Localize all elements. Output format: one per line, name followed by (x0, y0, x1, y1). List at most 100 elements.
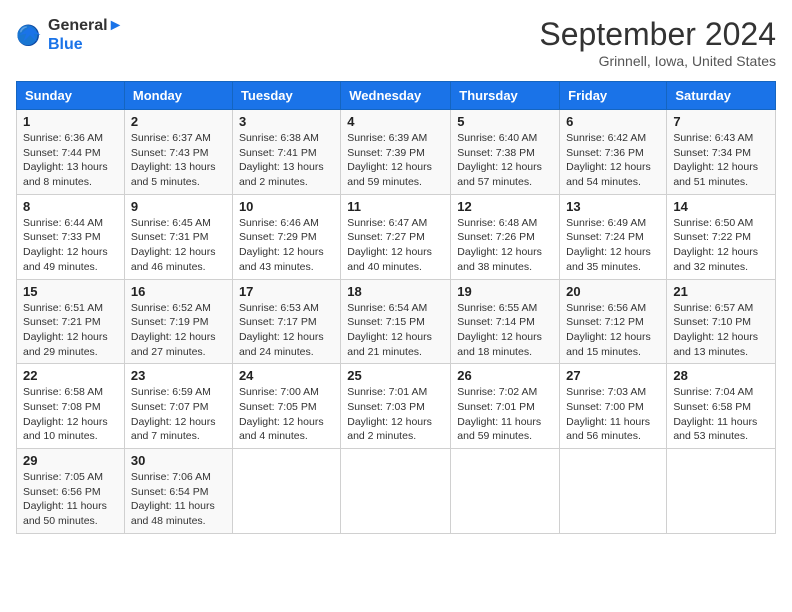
day-cell-25: 25 Sunrise: 7:01 AMSunset: 7:03 PMDaylig… (341, 364, 451, 449)
day-cell-29: 29 Sunrise: 7:05 AMSunset: 6:56 PMDaylig… (17, 449, 125, 534)
empty-cell (232, 449, 340, 534)
day-number: 7 (673, 114, 769, 129)
day-cell-5: 5 Sunrise: 6:40 AMSunset: 7:38 PMDayligh… (451, 110, 560, 195)
day-number: 16 (131, 284, 226, 299)
day-detail: Sunrise: 6:56 AMSunset: 7:12 PMDaylight:… (566, 302, 651, 358)
day-cell-7: 7 Sunrise: 6:43 AMSunset: 7:34 PMDayligh… (667, 110, 776, 195)
day-cell-2: 2 Sunrise: 6:37 AMSunset: 7:43 PMDayligh… (124, 110, 232, 195)
day-number: 22 (23, 368, 118, 383)
month-title: September 2024 (539, 16, 776, 53)
day-number: 15 (23, 284, 118, 299)
day-number: 11 (347, 199, 444, 214)
logo-text: General► Blue (48, 16, 123, 54)
title-block: September 2024 Grinnell, Iowa, United St… (539, 16, 776, 69)
logo: 🔵 General► Blue (16, 16, 123, 54)
day-cell-22: 22 Sunrise: 6:58 AMSunset: 7:08 PMDaylig… (17, 364, 125, 449)
day-cell-23: 23 Sunrise: 6:59 AMSunset: 7:07 PMDaylig… (124, 364, 232, 449)
empty-cell (451, 449, 560, 534)
col-header-monday: Monday (124, 82, 232, 110)
day-number: 29 (23, 453, 118, 468)
col-header-saturday: Saturday (667, 82, 776, 110)
day-detail: Sunrise: 6:59 AMSunset: 7:07 PMDaylight:… (131, 386, 216, 442)
day-number: 4 (347, 114, 444, 129)
day-cell-16: 16 Sunrise: 6:52 AMSunset: 7:19 PMDaylig… (124, 279, 232, 364)
day-number: 12 (457, 199, 553, 214)
day-number: 1 (23, 114, 118, 129)
day-detail: Sunrise: 6:47 AMSunset: 7:27 PMDaylight:… (347, 217, 432, 273)
col-header-thursday: Thursday (451, 82, 560, 110)
day-detail: Sunrise: 6:57 AMSunset: 7:10 PMDaylight:… (673, 302, 758, 358)
day-number: 21 (673, 284, 769, 299)
calendar-table: SundayMondayTuesdayWednesdayThursdayFrid… (16, 81, 776, 534)
day-detail: Sunrise: 6:48 AMSunset: 7:26 PMDaylight:… (457, 217, 542, 273)
day-cell-19: 19 Sunrise: 6:55 AMSunset: 7:14 PMDaylig… (451, 279, 560, 364)
day-cell-13: 13 Sunrise: 6:49 AMSunset: 7:24 PMDaylig… (560, 194, 667, 279)
day-detail: Sunrise: 7:05 AMSunset: 6:56 PMDaylight:… (23, 471, 107, 527)
day-detail: Sunrise: 6:39 AMSunset: 7:39 PMDaylight:… (347, 132, 432, 188)
location: Grinnell, Iowa, United States (539, 53, 776, 69)
day-cell-11: 11 Sunrise: 6:47 AMSunset: 7:27 PMDaylig… (341, 194, 451, 279)
day-number: 28 (673, 368, 769, 383)
day-cell-17: 17 Sunrise: 6:53 AMSunset: 7:17 PMDaylig… (232, 279, 340, 364)
day-cell-20: 20 Sunrise: 6:56 AMSunset: 7:12 PMDaylig… (560, 279, 667, 364)
day-detail: Sunrise: 6:36 AMSunset: 7:44 PMDaylight:… (23, 132, 108, 188)
day-detail: Sunrise: 7:06 AMSunset: 6:54 PMDaylight:… (131, 471, 215, 527)
day-cell-18: 18 Sunrise: 6:54 AMSunset: 7:15 PMDaylig… (341, 279, 451, 364)
day-detail: Sunrise: 6:43 AMSunset: 7:34 PMDaylight:… (673, 132, 758, 188)
day-detail: Sunrise: 6:58 AMSunset: 7:08 PMDaylight:… (23, 386, 108, 442)
day-detail: Sunrise: 7:01 AMSunset: 7:03 PMDaylight:… (347, 386, 432, 442)
day-detail: Sunrise: 6:51 AMSunset: 7:21 PMDaylight:… (23, 302, 108, 358)
logo-icon: 🔵 (16, 21, 44, 49)
day-detail: Sunrise: 6:53 AMSunset: 7:17 PMDaylight:… (239, 302, 324, 358)
col-header-friday: Friday (560, 82, 667, 110)
day-cell-6: 6 Sunrise: 6:42 AMSunset: 7:36 PMDayligh… (560, 110, 667, 195)
day-cell-3: 3 Sunrise: 6:38 AMSunset: 7:41 PMDayligh… (232, 110, 340, 195)
day-number: 3 (239, 114, 334, 129)
day-number: 27 (566, 368, 660, 383)
day-cell-10: 10 Sunrise: 6:46 AMSunset: 7:29 PMDaylig… (232, 194, 340, 279)
col-header-sunday: Sunday (17, 82, 125, 110)
day-number: 6 (566, 114, 660, 129)
day-cell-14: 14 Sunrise: 6:50 AMSunset: 7:22 PMDaylig… (667, 194, 776, 279)
day-cell-15: 15 Sunrise: 6:51 AMSunset: 7:21 PMDaylig… (17, 279, 125, 364)
day-number: 17 (239, 284, 334, 299)
col-header-wednesday: Wednesday (341, 82, 451, 110)
day-detail: Sunrise: 6:37 AMSunset: 7:43 PMDaylight:… (131, 132, 216, 188)
day-detail: Sunrise: 7:02 AMSunset: 7:01 PMDaylight:… (457, 386, 541, 442)
day-number: 18 (347, 284, 444, 299)
day-cell-30: 30 Sunrise: 7:06 AMSunset: 6:54 PMDaylig… (124, 449, 232, 534)
day-detail: Sunrise: 6:55 AMSunset: 7:14 PMDaylight:… (457, 302, 542, 358)
day-number: 13 (566, 199, 660, 214)
empty-cell (341, 449, 451, 534)
page-header: 🔵 General► Blue September 2024 Grinnell,… (16, 16, 776, 69)
day-cell-8: 8 Sunrise: 6:44 AMSunset: 7:33 PMDayligh… (17, 194, 125, 279)
day-detail: Sunrise: 7:03 AMSunset: 7:00 PMDaylight:… (566, 386, 650, 442)
day-number: 2 (131, 114, 226, 129)
day-detail: Sunrise: 6:49 AMSunset: 7:24 PMDaylight:… (566, 217, 651, 273)
day-number: 20 (566, 284, 660, 299)
day-cell-12: 12 Sunrise: 6:48 AMSunset: 7:26 PMDaylig… (451, 194, 560, 279)
day-cell-26: 26 Sunrise: 7:02 AMSunset: 7:01 PMDaylig… (451, 364, 560, 449)
day-cell-21: 21 Sunrise: 6:57 AMSunset: 7:10 PMDaylig… (667, 279, 776, 364)
day-number: 14 (673, 199, 769, 214)
day-number: 5 (457, 114, 553, 129)
day-cell-27: 27 Sunrise: 7:03 AMSunset: 7:00 PMDaylig… (560, 364, 667, 449)
empty-cell (560, 449, 667, 534)
day-detail: Sunrise: 6:42 AMSunset: 7:36 PMDaylight:… (566, 132, 651, 188)
day-detail: Sunrise: 6:44 AMSunset: 7:33 PMDaylight:… (23, 217, 108, 273)
day-detail: Sunrise: 7:00 AMSunset: 7:05 PMDaylight:… (239, 386, 324, 442)
day-number: 8 (23, 199, 118, 214)
day-number: 26 (457, 368, 553, 383)
col-header-tuesday: Tuesday (232, 82, 340, 110)
day-number: 9 (131, 199, 226, 214)
day-cell-28: 28 Sunrise: 7:04 AMSunset: 6:58 PMDaylig… (667, 364, 776, 449)
day-number: 30 (131, 453, 226, 468)
day-number: 24 (239, 368, 334, 383)
day-number: 19 (457, 284, 553, 299)
day-cell-24: 24 Sunrise: 7:00 AMSunset: 7:05 PMDaylig… (232, 364, 340, 449)
day-detail: Sunrise: 6:52 AMSunset: 7:19 PMDaylight:… (131, 302, 216, 358)
day-number: 23 (131, 368, 226, 383)
day-number: 10 (239, 199, 334, 214)
day-detail: Sunrise: 6:38 AMSunset: 7:41 PMDaylight:… (239, 132, 324, 188)
day-detail: Sunrise: 6:50 AMSunset: 7:22 PMDaylight:… (673, 217, 758, 273)
